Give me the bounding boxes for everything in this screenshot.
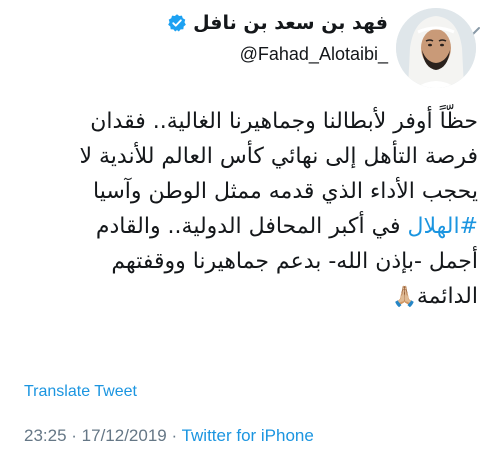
tweet-line: حظّاً أوفر لأبطالنا وجماهيرنا الغالية.. … — [90, 109, 478, 134]
tweet-line: أجمل -بإذن الله- بدعم جماهيرنا ووقفتهم — [111, 249, 478, 274]
verified-badge-icon — [167, 13, 187, 33]
avatar[interactable] — [396, 8, 476, 88]
tweet-text: حظّاً أوفر لأبطالنا وجماهيرنا الغالية.. … — [8, 104, 478, 314]
author-handle[interactable]: @Fahad_Alotaibi_ — [240, 44, 388, 65]
tweet-line: الدائمة🙏🏼 — [8, 279, 478, 314]
meta-separator: · — [166, 426, 182, 445]
author-name-row: فهد بن سعد بن نافل — [167, 12, 388, 34]
folded-hands-icon: 🙏🏼 — [391, 284, 417, 308]
tweet-line: فرصة التأهل إلى نهائي كأس العالم للأندية… — [79, 144, 478, 169]
tweet-line: يحجب الأداء الذي قدمه ممثل الوطن وآسيا — [93, 179, 478, 204]
tweet-meta: 23:25 · 17/12/2019 · Twitter for iPhone — [24, 426, 314, 446]
author-name[interactable]: فهد بن سعد بن نافل — [193, 12, 388, 34]
tweet-line-rest: في أكبر المحافل الدولية.. والقادم — [95, 214, 408, 239]
meta-separator: · — [66, 426, 82, 445]
tweet-date: 17/12/2019 — [81, 426, 167, 445]
tweet-line-text: الدائمة — [416, 284, 478, 309]
tweet-time: 23:25 — [24, 426, 67, 445]
hashtag-link[interactable]: #الهلال — [407, 214, 478, 239]
tweet-source-link[interactable]: Twitter for iPhone — [182, 426, 314, 445]
translate-tweet-link[interactable]: Translate Tweet — [24, 383, 137, 401]
tweet-line: #الهلال في أكبر المحافل الدولية.. والقاد… — [8, 209, 478, 244]
